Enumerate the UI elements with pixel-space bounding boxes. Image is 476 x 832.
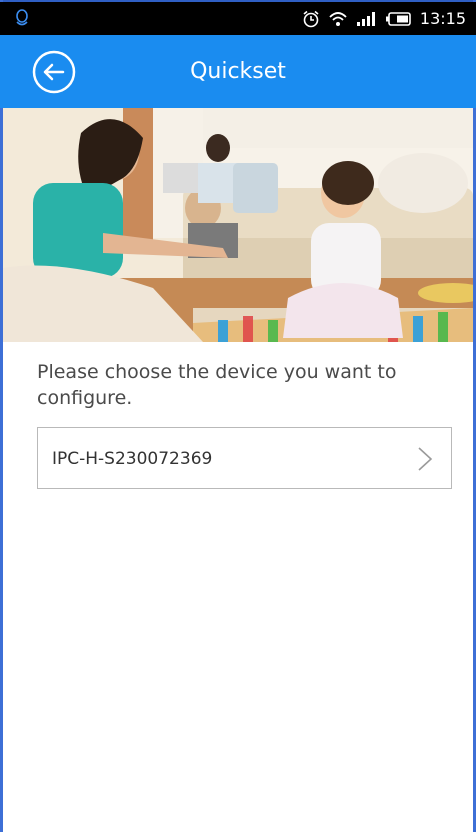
device-choice-prompt: Please choose the device you want to con… xyxy=(37,361,397,409)
qq-notification-icon xyxy=(16,9,28,26)
status-time: 13:15 xyxy=(419,9,466,28)
chevron-right-icon xyxy=(418,447,433,471)
device-list-item[interactable]: IPC-H-S230072369 xyxy=(37,427,452,489)
page-title: Quickset xyxy=(190,59,286,84)
app-bar: Quickset xyxy=(0,35,476,108)
alarm-clock-icon xyxy=(303,10,319,27)
signal-icon xyxy=(356,11,375,26)
status-bar: 13:15 xyxy=(0,2,476,35)
family-living-room-photo xyxy=(3,108,473,342)
device-name: IPC-H-S230072369 xyxy=(52,449,213,469)
wifi-icon xyxy=(329,11,347,26)
battery-icon xyxy=(385,11,411,26)
